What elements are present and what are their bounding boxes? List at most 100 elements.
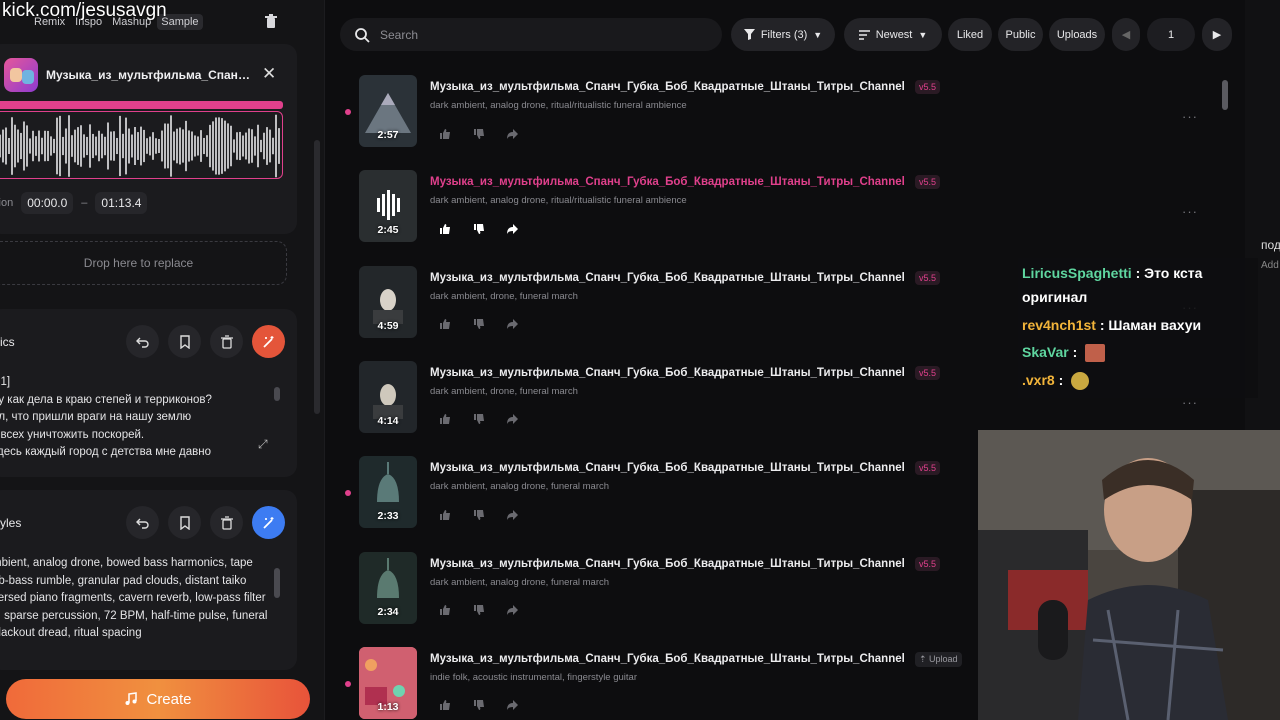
version-badge: v5.5 xyxy=(915,461,941,476)
more-options-icon[interactable]: ··· xyxy=(1182,204,1198,219)
lyrics-section: ics т 1] ну как дела в краю степей и тер… xyxy=(0,309,297,477)
like-button[interactable] xyxy=(436,220,453,237)
dislike-button[interactable] xyxy=(470,316,487,333)
share-button[interactable] xyxy=(504,411,521,428)
bookmark-button[interactable] xyxy=(168,325,201,358)
song-duration: 2:45 xyxy=(377,224,399,237)
thumbs-down-icon xyxy=(473,605,484,615)
list-scrollbar[interactable] xyxy=(1222,80,1228,110)
song-cover[interactable]: 2:45 xyxy=(359,170,417,243)
prev-page-button[interactable]: ◀ xyxy=(1112,18,1140,51)
lyrics-line: т всех уничтожить поскорей. xyxy=(0,428,145,441)
trash-icon[interactable] xyxy=(264,14,278,30)
dislike-button[interactable] xyxy=(470,411,487,428)
thumbs-up-icon xyxy=(439,414,450,425)
generate-lyrics-button[interactable] xyxy=(252,325,285,358)
song-cover[interactable]: 4:59 xyxy=(359,265,417,338)
waveform[interactable] xyxy=(0,111,283,179)
like-button[interactable] xyxy=(436,697,453,714)
thumbs-down-icon xyxy=(473,414,484,425)
share-button[interactable] xyxy=(504,220,521,237)
share-icon xyxy=(507,414,518,425)
song-title[interactable]: Музыка_из_мультфильма_Спанч_Губка_Боб_Кв… xyxy=(430,462,905,474)
sample-header: Музыка_из_мультфильма_Спанч_Г... xyxy=(4,58,256,92)
next-page-button[interactable]: ▶ xyxy=(1202,18,1232,51)
search-bar[interactable] xyxy=(340,18,722,51)
styles-text[interactable]: mbient, analog drone, bowed bass harmoni… xyxy=(0,555,272,643)
lyrics-actions xyxy=(126,325,285,358)
song-title[interactable]: Музыка_из_мультфильма_Спанч_Губка_Боб_Кв… xyxy=(430,272,905,284)
share-button[interactable] xyxy=(504,602,521,619)
song-duration: 2:33 xyxy=(377,510,399,523)
bookmark-button[interactable] xyxy=(168,506,201,539)
like-button[interactable] xyxy=(436,506,453,523)
sort-label: Newest xyxy=(875,28,913,41)
styles-scrollbar[interactable] xyxy=(274,568,280,598)
uploads-filter-button[interactable]: Uploads xyxy=(1049,18,1105,51)
dislike-button[interactable] xyxy=(470,506,487,523)
lyrics-text[interactable]: т 1] ну как дела в краю степей и террико… xyxy=(0,374,272,462)
dislike-button[interactable] xyxy=(470,125,487,142)
dislike-button[interactable] xyxy=(470,697,487,714)
end-time-field[interactable]: 01:13.4 xyxy=(95,192,148,214)
undo-button[interactable] xyxy=(126,506,159,539)
song-title[interactable]: Музыка_из_мультфильма_Спанч_Губка_Боб_Кв… xyxy=(430,81,905,93)
expand-icon[interactable]: ⤢ xyxy=(258,437,268,452)
chat-text: : Шаман вахуи xyxy=(1099,317,1202,333)
generate-styles-button[interactable] xyxy=(252,506,285,539)
more-options-icon[interactable]: ··· xyxy=(1182,109,1198,124)
like-button[interactable] xyxy=(436,316,453,333)
song-cover[interactable]: 2:57 xyxy=(359,75,417,147)
undo-button[interactable] xyxy=(126,325,159,358)
like-button[interactable] xyxy=(436,125,453,142)
song-actions xyxy=(436,316,521,333)
public-filter-button[interactable]: Public xyxy=(998,18,1043,51)
filters-button[interactable]: Filters (3) ▼ xyxy=(731,18,835,51)
song-title[interactable]: Музыка_из_мультфильма_Спанч_Губка_Боб_Кв… xyxy=(430,653,905,665)
like-button[interactable] xyxy=(436,411,453,428)
search-input[interactable] xyxy=(380,27,700,42)
song-cover[interactable]: 1:13 xyxy=(359,646,417,719)
song-cover[interactable]: 2:33 xyxy=(359,456,417,529)
dislike-button[interactable] xyxy=(470,602,487,619)
liked-filter-button[interactable]: Liked xyxy=(948,18,992,51)
start-time-field[interactable]: 00:00.0 xyxy=(21,192,74,214)
close-icon[interactable]: ✕ xyxy=(262,64,276,84)
thumbs-down-icon xyxy=(473,319,484,330)
dislike-button[interactable] xyxy=(470,220,487,237)
like-button[interactable] xyxy=(436,602,453,619)
styles-line: mbient, analog drone, bowed bass harmoni… xyxy=(0,557,253,569)
song-title[interactable]: Музыка_из_мультфильма_Спанч_Губка_Боб_Кв… xyxy=(430,367,905,379)
trash-icon xyxy=(220,334,233,349)
magic-wand-icon xyxy=(262,516,273,529)
share-button[interactable] xyxy=(504,506,521,523)
clear-button[interactable] xyxy=(210,506,243,539)
lyrics-line: ну как дела в краю степей и терриконов? xyxy=(0,393,212,406)
share-button[interactable] xyxy=(504,316,521,333)
song-title[interactable]: Музыка_из_мультфильма_Спанч_Губка_Боб_Кв… xyxy=(430,558,905,570)
sort-button[interactable]: Newest ▼ xyxy=(844,18,942,51)
lyrics-title: ics xyxy=(0,335,15,349)
clear-button[interactable] xyxy=(210,325,243,358)
unplayed-dot xyxy=(345,490,351,497)
panel-scrollbar[interactable] xyxy=(314,140,320,414)
chat-username: .vxr8 xyxy=(1022,372,1055,388)
song-tags: dark ambient, analog drone, ritual/ritua… xyxy=(430,100,687,111)
song-tags: dark ambient, drone, funeral march xyxy=(430,290,578,302)
share-button[interactable] xyxy=(504,125,521,142)
waveform-graphic xyxy=(0,114,280,178)
song-cover[interactable]: 2:34 xyxy=(359,551,417,624)
thumbs-down-icon xyxy=(473,223,484,234)
search-icon xyxy=(355,27,370,43)
lyrics-scrollbar[interactable] xyxy=(274,387,280,401)
song-title[interactable]: Музыка_из_мультфильма_Спанч_Губка_Боб_Кв… xyxy=(430,176,905,188)
page-number[interactable]: 1 xyxy=(1147,18,1195,51)
create-button[interactable]: Create xyxy=(6,679,310,719)
song-cover[interactable]: 4:14 xyxy=(359,360,417,433)
song-row[interactable]: 2:45 Музыка_из_мультфильма_Спанч_Губка_Бо… xyxy=(340,170,1240,265)
drop-zone[interactable]: Drop here to replace xyxy=(0,241,287,285)
sample-range-bar[interactable] xyxy=(0,101,283,109)
song-row[interactable]: 2:57 Музыка_из_мультфильма_Спанч_Губка_Бо… xyxy=(340,75,1240,170)
chevron-down-icon: ▼ xyxy=(918,29,928,40)
share-button[interactable] xyxy=(504,697,521,714)
